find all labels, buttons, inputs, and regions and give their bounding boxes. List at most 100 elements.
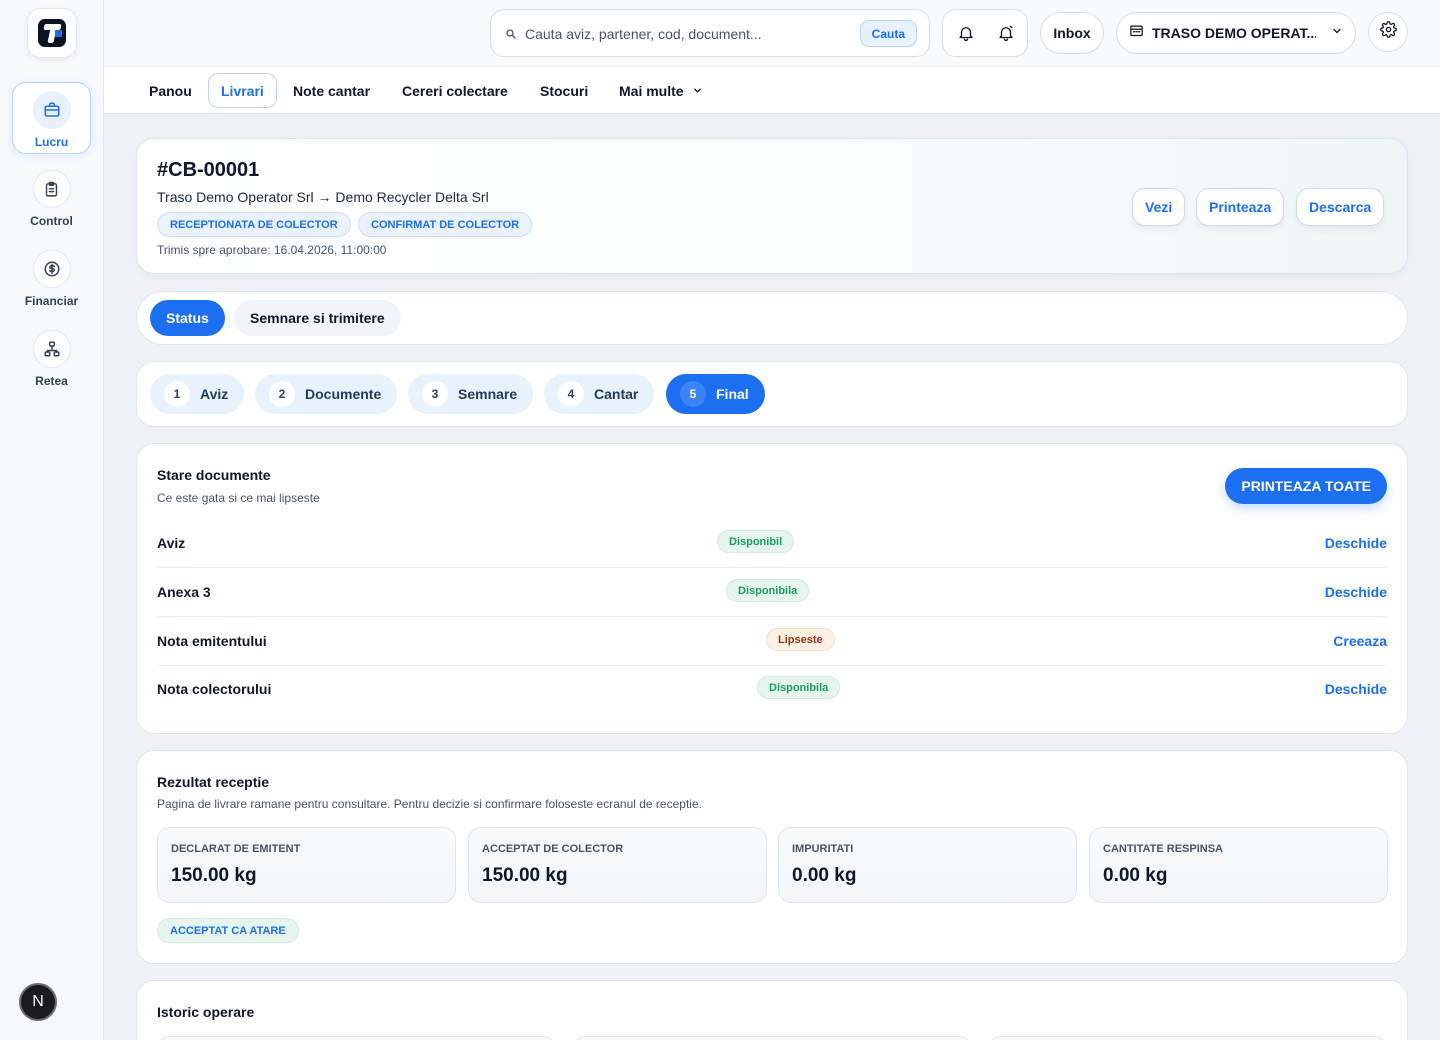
step-number: 3 bbox=[422, 381, 448, 407]
operation-history-card: Istoric operare bbox=[136, 980, 1408, 1040]
segment-status[interactable]: Status bbox=[150, 300, 225, 336]
sent-timestamp: Trimis spre aprobare: 16.04.2026, 11:00:… bbox=[157, 243, 387, 257]
metric-value: 150.00 kg bbox=[482, 865, 568, 886]
bell-ring-icon[interactable] bbox=[997, 24, 1015, 47]
search-bar: Cauta bbox=[490, 9, 930, 57]
metric-declared: DECLARAT DE EMITENT 150.00 kg bbox=[157, 827, 456, 903]
document-name: Nota colectorului bbox=[157, 681, 272, 697]
list-item: Nota emitentului Lipseste Creeaza bbox=[157, 617, 1387, 666]
delivery-summary-card: #CB-00001 Traso Demo Operator Srl → Demo… bbox=[136, 138, 1408, 274]
app-logo[interactable] bbox=[27, 8, 77, 58]
company-name: TRASO DEMO OPERAT... bbox=[1152, 25, 1316, 41]
step-number: 1 bbox=[164, 381, 190, 407]
metric-label: ACCEPTAT DE COLECTOR bbox=[482, 843, 624, 855]
search-icon bbox=[505, 27, 517, 45]
step-semnare[interactable]: 3 Semnare bbox=[408, 374, 534, 414]
avatar[interactable]: N bbox=[19, 983, 57, 1021]
view-segment-control: Status Semnare si trimitere bbox=[136, 291, 1408, 345]
metric-value: 0.00 kg bbox=[792, 865, 857, 886]
tab-note-cantar[interactable]: Note cantar bbox=[281, 73, 382, 108]
list-item: Aviz Disponibil Deschide bbox=[157, 519, 1387, 568]
sidebar-item-financiar[interactable]: Financiar bbox=[12, 242, 91, 314]
tab-stocuri[interactable]: Stocuri bbox=[528, 73, 600, 108]
section-subtitle: Pagina de livrare ramane pentru consulta… bbox=[157, 797, 702, 811]
bell-icon[interactable] bbox=[957, 24, 975, 47]
sidebar-item-retea[interactable]: Retea bbox=[12, 322, 91, 394]
step-number: 4 bbox=[558, 381, 584, 407]
status-badge: Disponibila bbox=[757, 676, 841, 699]
open-link[interactable]: Deschide bbox=[1325, 535, 1387, 551]
status-badge: RECEPTIONATA DE COLECTOR bbox=[157, 212, 351, 237]
step-label: Final bbox=[716, 386, 749, 402]
inbox-button[interactable]: Inbox bbox=[1040, 12, 1104, 54]
metric-label: IMPURITATI bbox=[792, 843, 854, 855]
sidebar-item-label: Retea bbox=[35, 374, 68, 388]
tab-cereri-colectare[interactable]: Cereri colectare bbox=[390, 73, 520, 108]
tab-mai-multe[interactable]: Mai multe bbox=[607, 73, 715, 108]
step-label: Aviz bbox=[200, 386, 229, 402]
sidebar-item-lucru[interactable]: Lucru bbox=[12, 82, 91, 154]
metric-value: 0.00 kg bbox=[1103, 865, 1168, 886]
print-button[interactable]: Printeaza bbox=[1196, 188, 1285, 226]
step-aviz[interactable]: 1 Aviz bbox=[150, 374, 245, 414]
status-badge: Disponibil bbox=[717, 530, 795, 553]
documents-status-card: Stare documente Ce este gata si ce mai l… bbox=[136, 443, 1408, 734]
step-label: Documente bbox=[305, 386, 382, 402]
sidebar: Lucru Control Financiar Retea N bbox=[0, 0, 104, 1040]
gear-icon bbox=[1379, 21, 1397, 43]
open-link[interactable]: Deschide bbox=[1325, 584, 1387, 600]
step-cantar[interactable]: 4 Cantar bbox=[544, 374, 655, 414]
step-documente[interactable]: 2 Documente bbox=[255, 374, 398, 414]
workflow-stepper: 1 Aviz 2 Documente 3 Semnare 4 Cantar 5 … bbox=[136, 361, 1408, 427]
status-badge: CONFIRMAT DE COLECTOR bbox=[358, 212, 533, 237]
history-entry bbox=[157, 1036, 556, 1040]
section-title: Istoric operare bbox=[157, 1004, 255, 1020]
segment-signing[interactable]: Semnare si trimitere bbox=[234, 300, 401, 336]
step-number: 5 bbox=[680, 381, 706, 407]
top-header: Cauta Inbox TRASO DEMO OPERAT... bbox=[104, 0, 1440, 66]
metric-label: CANTITATE RESPINSA bbox=[1103, 843, 1223, 855]
section-title: Rezultat receptie bbox=[157, 774, 270, 790]
document-name: Nota emitentului bbox=[157, 633, 267, 649]
view-button[interactable]: Vezi bbox=[1132, 188, 1186, 226]
status-badge: Disponibila bbox=[726, 579, 810, 602]
reception-result-card: Rezultat receptie Pagina de livrare rama… bbox=[136, 750, 1408, 964]
notifications-group bbox=[942, 9, 1028, 57]
network-icon bbox=[32, 330, 71, 368]
tab-livrari[interactable]: Livrari bbox=[208, 73, 277, 108]
metric-label: DECLARAT DE EMITENT bbox=[171, 843, 301, 855]
document-name: Anexa 3 bbox=[157, 584, 211, 600]
metric-accepted: ACCEPTAT DE COLECTOR 150.00 kg bbox=[468, 827, 767, 903]
metric-impurities: IMPURITATI 0.00 kg bbox=[778, 827, 1077, 903]
settings-button[interactable] bbox=[1368, 12, 1408, 52]
status-badge: ACCEPTAT CA ATARE bbox=[157, 918, 299, 943]
sidebar-item-control[interactable]: Control bbox=[12, 162, 91, 234]
chevron-down-icon bbox=[692, 85, 703, 96]
metric-rejected: CANTITATE RESPINSA 0.00 kg bbox=[1089, 827, 1388, 903]
company-selector[interactable]: TRASO DEMO OPERAT... bbox=[1116, 12, 1356, 54]
history-entry bbox=[573, 1036, 972, 1040]
briefcase-icon bbox=[32, 91, 71, 129]
step-label: Semnare bbox=[458, 386, 518, 402]
search-input[interactable] bbox=[525, 22, 845, 46]
main-tabs: Panou Livrari Note cantar Cereri colecta… bbox=[104, 66, 1440, 114]
section-title: Stare documente bbox=[157, 467, 271, 483]
download-button[interactable]: Descarca bbox=[1296, 188, 1385, 226]
sidebar-item-label: Control bbox=[30, 214, 73, 228]
create-link[interactable]: Creeaza bbox=[1333, 633, 1387, 649]
clipboard-icon bbox=[32, 170, 71, 208]
status-badge: Lipseste bbox=[766, 628, 835, 651]
print-all-button[interactable]: PRINTEAZA TOATE bbox=[1225, 468, 1387, 504]
list-item: Nota colectorului Disponibila Deschide bbox=[157, 665, 1387, 714]
tab-label: Mai multe bbox=[619, 82, 684, 99]
chevron-down-icon bbox=[1331, 24, 1343, 42]
tab-panou[interactable]: Panou bbox=[137, 73, 204, 108]
metric-value: 150.00 kg bbox=[171, 865, 257, 886]
delivery-route: Traso Demo Operator Srl → Demo Recycler … bbox=[157, 189, 489, 205]
logo-mark-icon bbox=[38, 19, 66, 47]
search-button[interactable]: Cauta bbox=[859, 20, 917, 47]
open-link[interactable]: Deschide bbox=[1325, 681, 1387, 697]
building-icon bbox=[1129, 23, 1144, 43]
step-final[interactable]: 5 Final bbox=[666, 374, 765, 414]
dollar-circle-icon bbox=[32, 250, 71, 288]
